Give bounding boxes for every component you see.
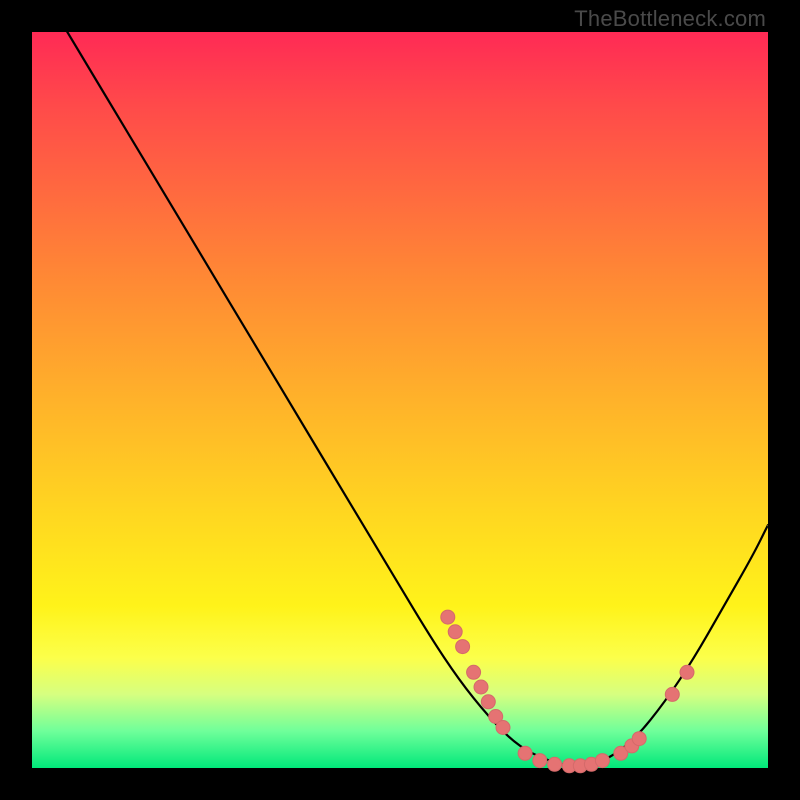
curve-marker bbox=[474, 680, 488, 694]
curve-marker bbox=[448, 625, 462, 639]
curve-marker bbox=[456, 640, 470, 654]
curve-marker bbox=[467, 665, 481, 679]
curve-marker bbox=[595, 754, 609, 768]
curve-marker bbox=[533, 754, 547, 768]
chart-frame bbox=[32, 32, 768, 768]
curve-marker bbox=[518, 746, 532, 760]
curve-marker bbox=[548, 757, 562, 771]
curve-marker bbox=[496, 721, 510, 735]
watermark-text: TheBottleneck.com bbox=[574, 6, 766, 32]
curve-markers bbox=[441, 610, 694, 773]
curve-marker bbox=[632, 732, 646, 746]
bottleneck-curve bbox=[32, 0, 768, 766]
chart-svg bbox=[32, 32, 768, 768]
curve-marker bbox=[680, 665, 694, 679]
curve-marker bbox=[481, 695, 495, 709]
curve-marker bbox=[665, 687, 679, 701]
curve-marker bbox=[441, 610, 455, 624]
